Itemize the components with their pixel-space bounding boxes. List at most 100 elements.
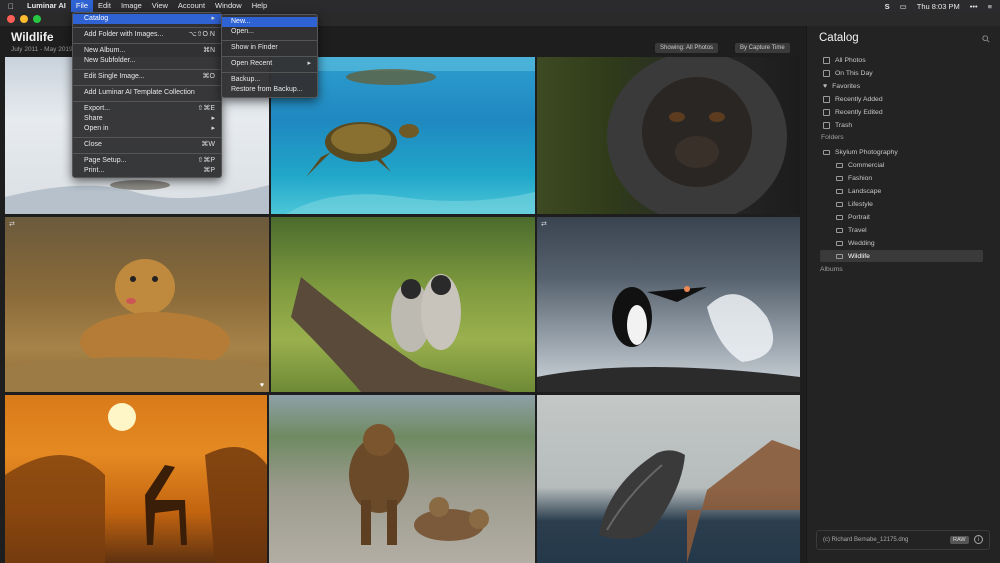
menu-item-open-in[interactable]: Open in ▸ xyxy=(73,124,221,134)
sidebar-item-label: All Photos xyxy=(835,57,866,64)
menu-view[interactable]: View xyxy=(147,0,173,12)
menu-file[interactable]: File xyxy=(70,0,93,12)
sidebar-item-all-photos[interactable]: All Photos xyxy=(823,55,866,66)
folder-icon xyxy=(836,176,843,181)
catalog-submenu: New... Open... Show in Finder Open Recen… xyxy=(221,14,318,98)
info-icon[interactable]: i xyxy=(974,535,983,544)
photo-tile[interactable] xyxy=(537,57,800,214)
sidebar-item-recently-added[interactable]: Recently Added xyxy=(823,94,883,105)
skylum-status-icon[interactable]: S xyxy=(885,2,890,11)
menu-edit[interactable]: Edit xyxy=(93,0,116,12)
sidebar-item-travel[interactable]: Travel xyxy=(836,225,867,236)
apple-icon[interactable]:  xyxy=(0,2,22,11)
folder-icon xyxy=(836,202,843,207)
sidebar-item-label: Landscape xyxy=(848,188,882,195)
edited-icon: ⇄ xyxy=(541,221,547,228)
menu-item-new-album[interactable]: New Album... ⌘N xyxy=(73,46,221,56)
menu-item-edit-single-image[interactable]: Edit Single Image... ⌘O xyxy=(73,72,221,82)
menu-item-open-recent[interactable]: Open Recent ▸ xyxy=(222,59,317,69)
menu-help[interactable]: Help xyxy=(247,0,272,12)
trash-icon xyxy=(823,122,830,129)
control-center-icon[interactable]: ••• xyxy=(970,2,978,11)
photo-tile[interactable]: ⇄ ♥ xyxy=(5,217,269,392)
display-icon[interactable]: ▭ xyxy=(900,2,907,11)
menu-item-close[interactable]: Close ⌘W xyxy=(73,140,221,150)
menu-item-add-template-collection[interactable]: Add Luminar AI Template Collection xyxy=(73,88,221,98)
sidebar-item-label: Recently Edited xyxy=(835,109,883,116)
sidebar-item-label: Recently Added xyxy=(835,96,883,103)
menu-item-share[interactable]: Share ▸ xyxy=(73,114,221,124)
photos-icon xyxy=(823,57,830,64)
catalog-sidebar: Catalog All Photos On This Day ♥ Favorite… xyxy=(806,26,1000,563)
menu-item-catalog[interactable]: Catalog ▸ xyxy=(73,14,221,24)
page-title: Wildlife xyxy=(11,30,54,44)
recently-added-icon xyxy=(823,96,830,103)
menu-item-show-in-finder[interactable]: Show in Finder xyxy=(222,43,317,53)
folders-heading: Folders xyxy=(821,134,844,141)
sidebar-item-portrait[interactable]: Portrait xyxy=(836,212,870,223)
sidebar-item-wildlife[interactable]: Wildlife xyxy=(836,251,870,262)
menu-item-new-subfolder[interactable]: New Subfolder... xyxy=(73,56,221,66)
albums-heading: Albums xyxy=(820,266,843,273)
folder-icon xyxy=(836,163,843,168)
app-menu[interactable]: Luminar AI xyxy=(22,0,71,12)
sidebar-item-on-this-day[interactable]: On This Day xyxy=(823,68,873,79)
zoom-window-button[interactable] xyxy=(33,15,41,23)
minimize-window-button[interactable] xyxy=(20,15,28,23)
sidebar-item-label: Lifestyle xyxy=(848,201,873,208)
gorilla-photo xyxy=(607,57,787,214)
sidebar-item-label: On This Day xyxy=(835,70,873,77)
giraffe-sunset-photo xyxy=(5,403,267,563)
sidebar-item-wedding[interactable]: Wedding xyxy=(836,238,875,249)
sidebar-item-favorites[interactable]: ♥ Favorites xyxy=(823,81,860,92)
recently-edited-icon xyxy=(823,109,830,116)
sidebar-item-commercial[interactable]: Commercial xyxy=(836,160,884,171)
photo-tile[interactable] xyxy=(271,217,535,392)
close-window-button[interactable] xyxy=(7,15,15,23)
menu-item-page-setup[interactable]: Page Setup... ⇧⌘P xyxy=(73,156,221,166)
sidebar-item-trash[interactable]: Trash xyxy=(823,120,852,131)
sidebar-item-lifestyle[interactable]: Lifestyle xyxy=(836,199,873,210)
sidebar-item-landscape[interactable]: Landscape xyxy=(836,186,881,197)
photo-tile[interactable]: ⇄ xyxy=(537,217,800,392)
menu-window[interactable]: Window xyxy=(210,0,247,12)
folder-icon xyxy=(836,189,843,194)
window-controls xyxy=(7,15,41,23)
menu-item-restore-from-backup[interactable]: Restore from Backup... xyxy=(222,85,317,95)
penguin-photo xyxy=(537,286,800,392)
search-icon[interactable] xyxy=(982,35,990,43)
photo-tile[interactable] xyxy=(5,395,267,563)
list-icon[interactable]: ≡ xyxy=(988,2,992,11)
sidebar-item-recently-edited[interactable]: Recently Edited xyxy=(823,107,883,118)
date-range: July 2011 - May 2019 xyxy=(11,46,73,53)
bears-photo xyxy=(349,424,489,545)
photo-tile[interactable] xyxy=(537,395,800,563)
menu-item-new-catalog[interactable]: New... xyxy=(222,17,317,27)
sidebar-item-fashion[interactable]: Fashion xyxy=(836,173,872,184)
menu-item-add-folder[interactable]: Add Folder with Images... ⌥⇧O N xyxy=(73,30,221,40)
menu-account[interactable]: Account xyxy=(173,0,210,12)
sidebar-item-label: Wedding xyxy=(848,240,875,247)
folder-icon xyxy=(823,150,830,155)
sidebar-item-label: Skylum Photography xyxy=(835,149,898,156)
file-name: (c) Richard Bernabe_12175.dng xyxy=(823,537,909,543)
sort-dropdown[interactable]: By Capture Time xyxy=(735,43,790,53)
menu-item-export[interactable]: Export... ⇧⌘E xyxy=(73,104,221,114)
folder-icon xyxy=(836,254,843,259)
menu-item-print[interactable]: Print... ⌘P xyxy=(73,166,221,176)
menu-item-backup[interactable]: Backup... xyxy=(222,75,317,85)
sidebar-item-label: Travel xyxy=(848,227,867,234)
photo-tile[interactable] xyxy=(269,395,535,563)
showing-filter-dropdown[interactable]: Showing: All Photos xyxy=(655,43,719,53)
menu-item-open-catalog[interactable]: Open... xyxy=(222,27,317,37)
whale-photo xyxy=(599,440,800,563)
menu-image[interactable]: Image xyxy=(116,0,147,12)
clock[interactable]: Thu 8:03 PM xyxy=(917,2,960,11)
folder-icon xyxy=(836,215,843,220)
sidebar-item-skylum-photography[interactable]: Skylum Photography xyxy=(823,147,898,158)
folder-icon xyxy=(836,228,843,233)
sidebar-title: Catalog xyxy=(819,32,859,44)
favorite-heart-icon[interactable]: ♥ xyxy=(260,382,264,389)
cheetah-photo xyxy=(5,259,269,392)
heart-icon: ♥ xyxy=(823,83,828,90)
